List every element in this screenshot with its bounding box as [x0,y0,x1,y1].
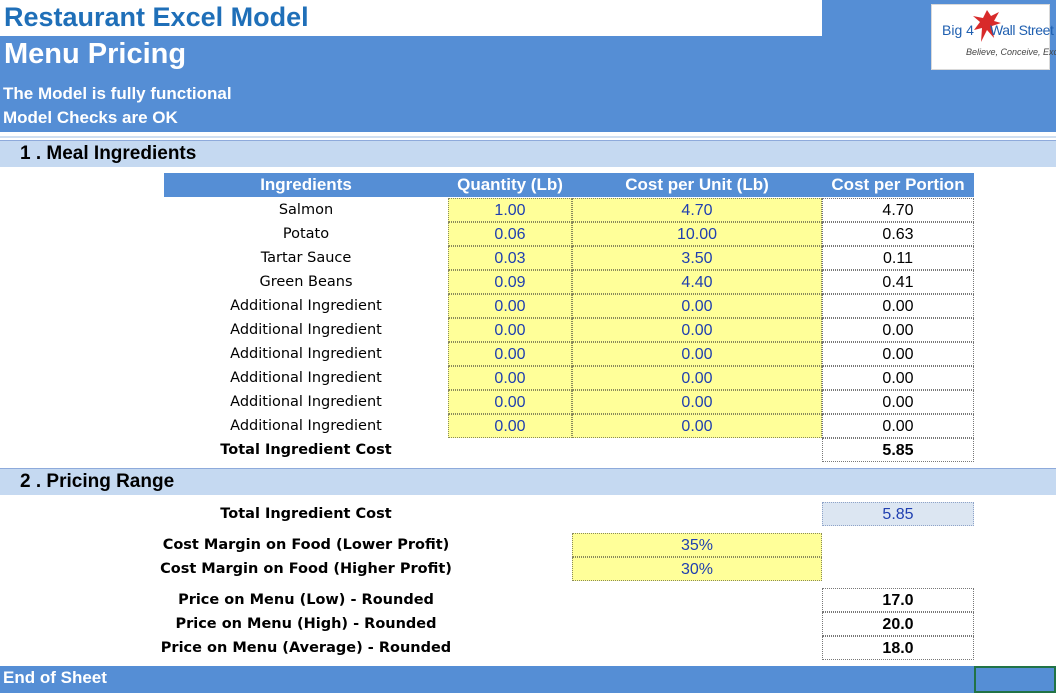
logo: Big 4 Wall Street Believe, Conceive, Exc… [931,4,1056,70]
section-label-pricing: 2 . Pricing Range [20,471,175,492]
selected-cell[interactable] [974,666,1056,693]
ingredient-name: Additional Ingredient [230,370,382,386]
margin-high-label: Cost Margin on Food (Higher Profit) [160,561,452,577]
margin-high-input[interactable]: 30% [572,557,822,581]
cost-per-unit-input[interactable]: 0.00 [572,294,822,318]
col-header-cost-per-portion: Cost per Portion [822,173,974,197]
cost-per-portion-value[interactable]: 0.63 [822,222,974,246]
ingredient-name: Green Beans [259,274,353,290]
cost-per-unit-input[interactable]: 4.40 [572,270,822,294]
cost-per-portion-value[interactable]: 0.00 [822,414,974,438]
margin-low-input[interactable]: 35% [572,533,822,557]
price-average-value[interactable]: 18.0 [822,636,974,660]
cost-per-portion-value[interactable]: 0.00 [822,294,974,318]
status-functional: The Model is fully functional [3,84,232,103]
cost-per-portion-value[interactable]: 0.11 [822,246,974,270]
cost-per-portion-value[interactable]: 0.00 [822,342,974,366]
ingredient-name: Tartar Sauce [260,250,352,266]
price-average-label: Price on Menu (Average) - Rounded [160,640,452,656]
cost-per-unit-input[interactable]: 4.70 [572,198,822,222]
ingredient-name: Potato [282,226,330,242]
divider [0,136,1056,138]
quantity-input[interactable]: 0.00 [448,294,572,318]
pricing-total-cost-label: Total Ingredient Cost [220,506,392,522]
quantity-input[interactable]: 0.09 [448,270,572,294]
cost-per-unit-input[interactable]: 10.00 [572,222,822,246]
cost-per-portion-value[interactable]: 0.00 [822,366,974,390]
cost-per-unit-input[interactable]: 0.00 [572,318,822,342]
page-title: Menu Pricing [4,38,187,70]
quantity-input[interactable]: 0.00 [448,366,572,390]
status-checks: Model Checks are OK [3,108,178,127]
logo-tagline: Believe, Conceive, Excel [966,47,1056,57]
end-of-sheet-label: End of Sheet [3,668,107,687]
app-title: Restaurant Excel Model [4,2,309,32]
ingredient-name: Additional Ingredient [230,394,382,410]
ingredient-name: Salmon [278,202,334,218]
quantity-input[interactable]: 0.00 [448,318,572,342]
ingredient-name: Additional Ingredient [230,322,382,338]
logo-big4: Big 4 [942,22,974,38]
cost-per-unit-input[interactable]: 0.00 [572,414,822,438]
ingredient-name: Additional Ingredient [230,298,382,314]
price-low-label: Price on Menu (Low) - Rounded [178,592,434,608]
ingredient-name: Additional Ingredient [230,418,382,434]
section-label-ingredients: 1 . Meal Ingredients [20,143,197,164]
col-header-cost-per-unit: Cost per Unit (Lb) [572,173,822,197]
logo-wallstreet: Wall Street [990,22,1054,38]
quantity-input[interactable]: 0.00 [448,390,572,414]
margin-low-label: Cost Margin on Food (Lower Profit) [162,537,450,553]
quantity-input[interactable]: 1.00 [448,198,572,222]
cost-per-unit-input[interactable]: 0.00 [572,366,822,390]
cost-per-portion-value[interactable]: 0.00 [822,390,974,414]
price-high-value[interactable]: 20.0 [822,612,974,636]
cost-per-unit-input[interactable]: 0.00 [572,390,822,414]
cost-per-portion-value[interactable]: 0.41 [822,270,974,294]
quantity-input[interactable]: 0.06 [448,222,572,246]
cost-per-unit-input[interactable]: 0.00 [572,342,822,366]
cost-per-unit-input[interactable]: 3.50 [572,246,822,270]
cost-per-portion-value[interactable]: 4.70 [822,198,974,222]
quantity-input[interactable]: 0.03 [448,246,572,270]
quantity-input[interactable]: 0.00 [448,342,572,366]
total-ingredient-cost-label: Total Ingredient Cost [220,442,392,458]
price-low-value[interactable]: 17.0 [822,588,974,612]
cost-per-portion-value[interactable]: 0.00 [822,318,974,342]
footer-band [0,666,974,693]
pricing-total-cost-value[interactable]: 5.85 [822,502,974,526]
col-header-quantity: Quantity (Lb) [448,173,572,197]
col-header-ingredients: Ingredients [164,173,448,197]
price-high-label: Price on Menu (High) - Rounded [175,616,437,632]
ingredient-name: Additional Ingredient [230,346,382,362]
quantity-input[interactable]: 0.00 [448,414,572,438]
total-ingredient-cost-value[interactable]: 5.85 [822,438,974,462]
